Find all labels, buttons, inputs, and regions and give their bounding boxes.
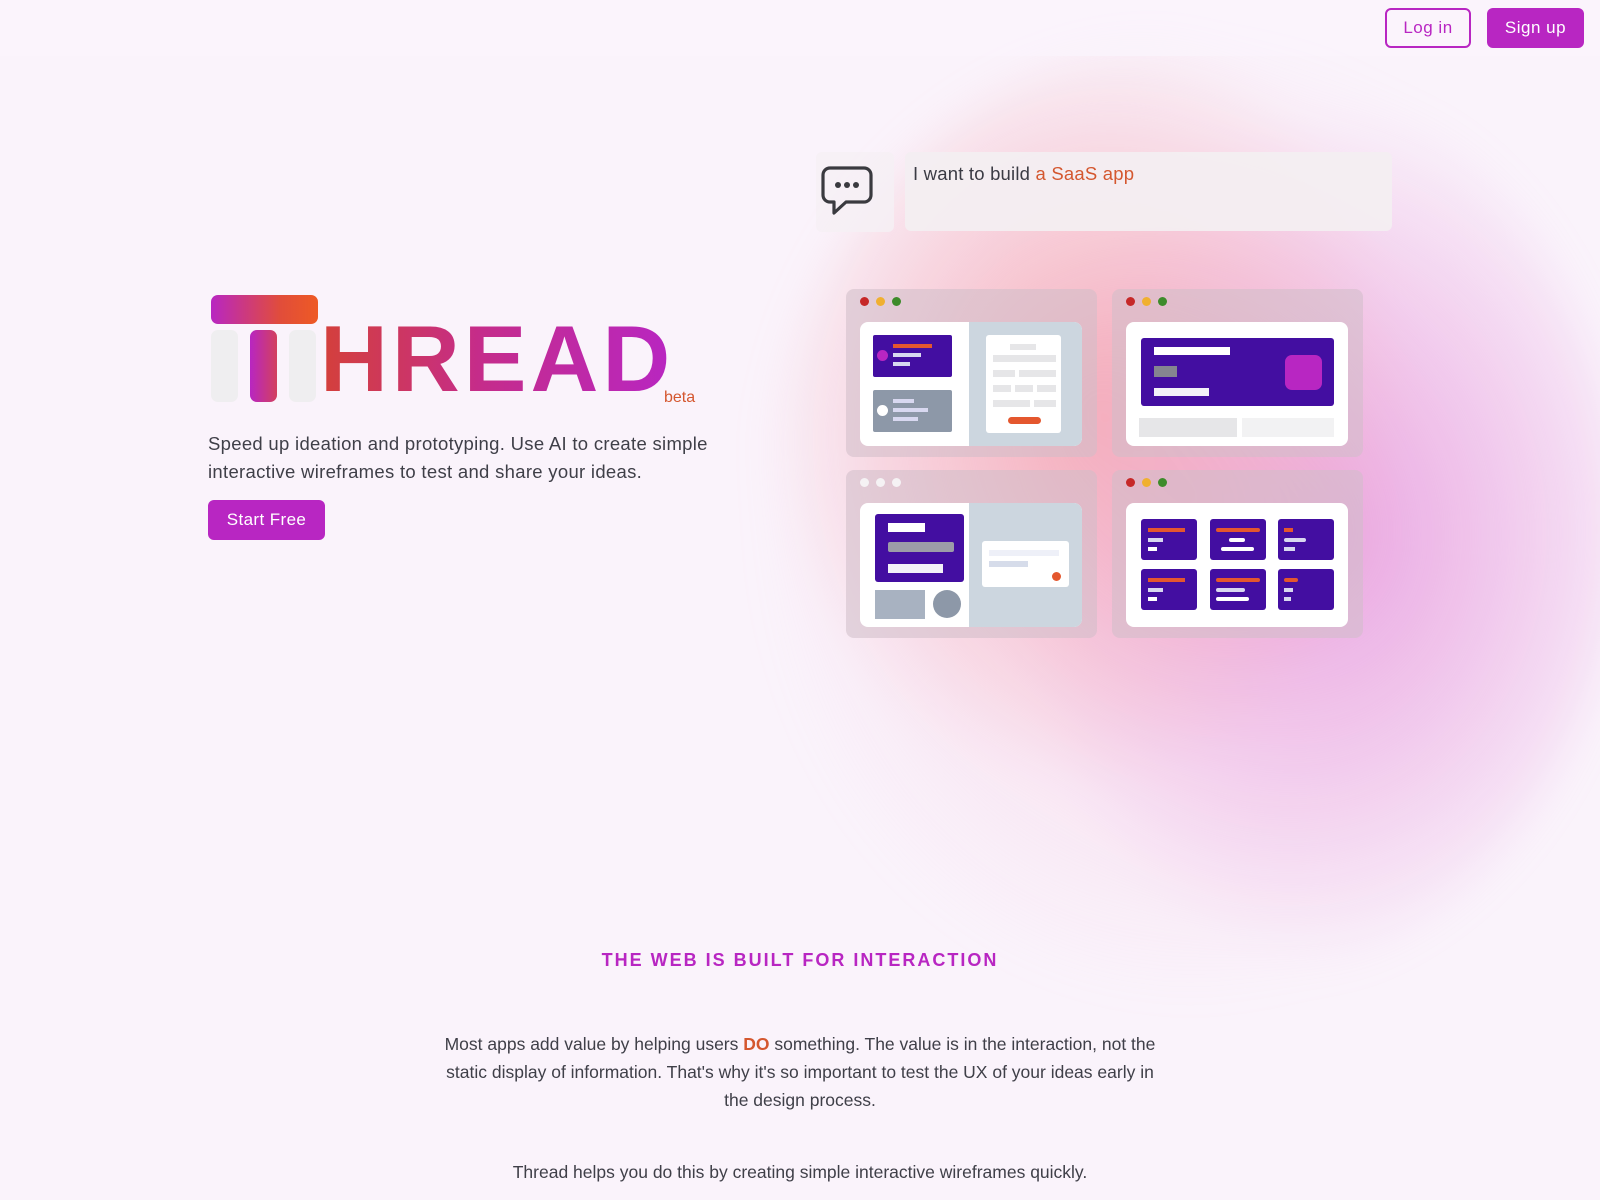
grid-card — [1278, 569, 1334, 610]
preview-content — [1126, 503, 1348, 627]
line — [993, 400, 1030, 407]
avatar-dot — [877, 350, 888, 361]
logo-column-accent — [250, 330, 277, 402]
line — [1015, 385, 1033, 392]
maximize-dot — [1158, 297, 1167, 306]
section-heading: THE WEB IS BUILT FOR INTERACTION — [601, 950, 999, 970]
maximize-dot — [1158, 478, 1167, 487]
block — [1242, 418, 1334, 437]
section-paragraph: Most apps add value by helping users DO … — [440, 1030, 1160, 1114]
avatar-dot — [877, 405, 888, 416]
line — [1154, 347, 1230, 355]
line — [893, 344, 932, 348]
start-free-button[interactable]: Start Free — [208, 500, 325, 540]
block — [1139, 418, 1237, 437]
signup-button[interactable]: Sign up — [1487, 8, 1584, 48]
minimize-dot — [1142, 478, 1151, 487]
avatar-circle — [933, 590, 961, 618]
line — [1037, 385, 1056, 392]
chat-bubble-icon — [821, 166, 873, 215]
logo-column — [289, 330, 316, 402]
prompt-highlight: a SaaS app — [1035, 163, 1135, 184]
line — [993, 385, 1011, 392]
section-paragraph-2: Thread helps you do this by creating sim… — [512, 1162, 1088, 1182]
close-dot — [1126, 297, 1135, 306]
control-dot — [892, 478, 901, 487]
grid-card — [1141, 569, 1197, 610]
line — [1010, 344, 1036, 350]
line — [1034, 400, 1056, 407]
window-controls — [860, 478, 901, 487]
hero-tagline: Speed up ideation and prototyping. Use A… — [208, 433, 708, 482]
line — [993, 355, 1056, 362]
close-dot — [1126, 478, 1135, 487]
form-card — [986, 335, 1061, 433]
paragraph-text: Most apps add value by helping users — [444, 1034, 744, 1054]
preview-content — [860, 503, 1082, 627]
list-card-active — [873, 335, 952, 377]
preview-card-grid — [1112, 470, 1363, 638]
hero-section: HREAD beta Speed up ideation and prototy… — [208, 290, 708, 540]
grid-card — [1141, 519, 1197, 560]
preview-content — [1126, 322, 1348, 446]
minimize-dot — [876, 297, 885, 306]
line — [1154, 366, 1177, 377]
line — [893, 399, 914, 403]
preview-hero-banner — [1112, 289, 1363, 457]
submit-pill — [1008, 417, 1041, 424]
control-dot — [860, 478, 869, 487]
prompt-icon-container — [816, 152, 894, 232]
status-dot — [1052, 572, 1061, 581]
maximize-dot — [892, 297, 901, 306]
banner-image — [1285, 355, 1322, 390]
control-dot — [876, 478, 885, 487]
window-controls — [1126, 297, 1167, 306]
prompt-text-box: I want to build a SaaS app — [905, 152, 1392, 231]
top-nav: Log in Sign up — [0, 0, 1600, 56]
close-dot — [860, 297, 869, 306]
thread-logo: HREAD beta — [208, 290, 708, 410]
logo-column — [211, 330, 238, 402]
emphasis-do: DO — [743, 1034, 770, 1054]
line — [893, 353, 921, 357]
grid-card — [1278, 519, 1334, 560]
window-controls — [860, 297, 901, 306]
line — [989, 550, 1059, 556]
line — [1019, 370, 1056, 377]
line — [888, 542, 954, 552]
detail-card — [875, 514, 964, 582]
line — [888, 523, 925, 532]
line — [1154, 388, 1209, 396]
thumbnail — [875, 590, 925, 619]
logo-t-bar — [211, 295, 318, 324]
logo-wordmark: HREAD — [320, 306, 675, 411]
prompt-text: I want to build — [913, 163, 1036, 184]
line — [893, 417, 918, 421]
banner — [1141, 338, 1334, 406]
line — [893, 408, 928, 412]
modal-card — [982, 541, 1069, 587]
window-controls — [1126, 478, 1167, 487]
preview-content — [860, 322, 1082, 446]
minimize-dot — [1142, 297, 1151, 306]
preview-split-form — [846, 289, 1097, 457]
list-card — [873, 390, 952, 432]
line — [993, 370, 1015, 377]
preview-detail-modal — [846, 470, 1097, 638]
grid-card — [1210, 519, 1266, 560]
login-button[interactable]: Log in — [1385, 8, 1471, 48]
interaction-section: THE WEB IS BUILT FOR INTERACTION Most ap… — [0, 950, 1600, 1182]
line — [989, 561, 1028, 567]
line — [888, 564, 943, 573]
grid-card — [1210, 569, 1266, 610]
line — [893, 362, 910, 366]
beta-badge: beta — [664, 389, 696, 406]
